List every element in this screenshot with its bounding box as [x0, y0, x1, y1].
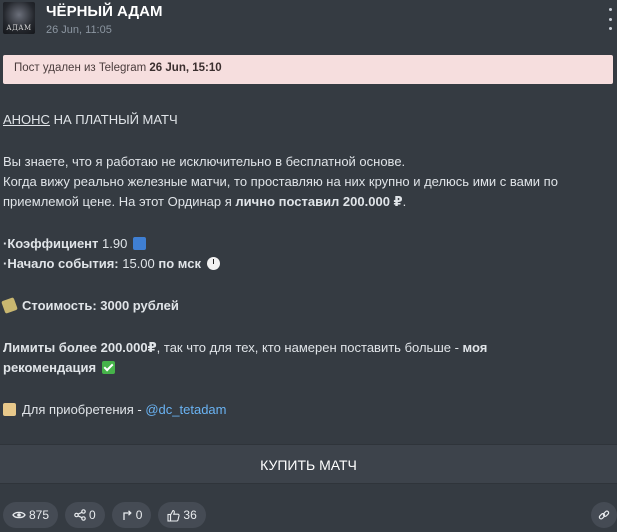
- post-heading: АНОНС НА ПЛАТНЫЙ МАТЧ: [3, 110, 613, 130]
- more-vertical-icon[interactable]: [606, 8, 614, 30]
- cost-text: Стоимость: 3000 рублей: [22, 298, 179, 313]
- check-mark-icon: [101, 361, 115, 374]
- channel-avatar[interactable]: АДАМ: [3, 2, 35, 34]
- post-stats: 875 0 0 36: [3, 502, 206, 528]
- reactions-counter[interactable]: 36: [158, 502, 206, 528]
- money-icon: [1, 297, 18, 314]
- coefficient-label: ·Коэффициент: [3, 236, 99, 251]
- start-value: 15.00: [118, 256, 159, 271]
- post-card: АДАМ ЧЁРНЫЙ АДАМ 26 Jun, 11:05 Пост удал…: [0, 0, 617, 532]
- share-icon: [74, 509, 86, 521]
- replies-counter[interactable]: 0: [111, 502, 152, 528]
- paragraph-1: Вы знаете, что я работаю не исключительн…: [3, 154, 406, 169]
- cost-line: Стоимость: 3000 рублей: [1, 296, 613, 316]
- start-timezone: по мск: [158, 256, 201, 271]
- start-time-line: ·Начало события: 15.00 по мск: [3, 254, 613, 274]
- paragraph-2: Когда вижу реально железные матчи, то пр…: [3, 174, 558, 189]
- limits-recommendation-2: рекомендация: [3, 360, 97, 375]
- post-content: АНОНС НА ПЛАТНЫЙ МАТЧ Вы знаете, что я р…: [1, 110, 613, 420]
- paragraph-3: приемлемой цене. На этот Ординар я лично…: [3, 192, 613, 212]
- deleted-notice: Пост удален из Telegram 26 Jun, 15:10: [3, 55, 613, 84]
- limits-recommendation-1: моя: [462, 340, 488, 355]
- heading-link[interactable]: АНОНС: [3, 112, 50, 127]
- clock-icon: [206, 257, 220, 270]
- forwards-count: 0: [89, 508, 96, 522]
- limits-bold: Лимиты более 200.000₽: [3, 340, 157, 355]
- paragraph-3-end: .: [402, 194, 407, 209]
- paragraph-3-bold: лично поставил 200.000 ₽: [235, 194, 403, 209]
- coefficient-value: 1.90: [98, 236, 128, 251]
- forwards-counter[interactable]: 0: [65, 502, 105, 528]
- paragraph-3-start: приемлемой цене. На этот Ординар я: [3, 194, 236, 209]
- coefficient-line: ·Коэффициент 1.90: [3, 234, 613, 254]
- deleted-notice-date: 26 Jun, 15:10: [149, 62, 222, 74]
- purchase-mention[interactable]: @dc_tetadam: [145, 402, 226, 417]
- link-icon: [598, 510, 610, 520]
- reactions-count: 36: [183, 508, 197, 522]
- eye-icon: [12, 511, 26, 519]
- channel-title[interactable]: ЧЁРНЫЙ АДАМ: [46, 3, 162, 20]
- views-count: 875: [29, 508, 50, 522]
- post-header: АДАМ ЧЁРНЫЙ АДАМ 26 Jun, 11:05: [0, 0, 617, 46]
- purchase-prefix: Для приобретения -: [22, 402, 146, 417]
- limits-rest: , так что для тех, кто намерен поставить…: [156, 340, 463, 355]
- thumbs-up-icon: [167, 509, 181, 522]
- start-label: ·Начало события:: [3, 256, 119, 271]
- reply-arrow-icon: [123, 510, 132, 520]
- copy-link-button[interactable]: [591, 502, 617, 528]
- views-counter[interactable]: 875: [3, 502, 59, 528]
- top-arrow-icon: [132, 237, 146, 250]
- replies-count: 0: [135, 508, 143, 522]
- purchase-line: Для приобретения - @dc_tetadam: [3, 400, 613, 420]
- heading-rest: НА ПЛАТНЫЙ МАТЧ: [49, 112, 178, 127]
- limits-line-2: рекомендация: [3, 358, 613, 378]
- person-icon: [3, 403, 16, 416]
- buy-match-button[interactable]: КУПИТЬ МАТЧ: [0, 444, 617, 484]
- limits-line: Лимиты более 200.000₽, так что для тех, …: [3, 338, 613, 358]
- avatar-text: АДАМ: [6, 24, 32, 32]
- deleted-notice-text: Пост удален из Telegram: [14, 62, 147, 74]
- post-date: 26 Jun, 11:05: [46, 24, 112, 36]
